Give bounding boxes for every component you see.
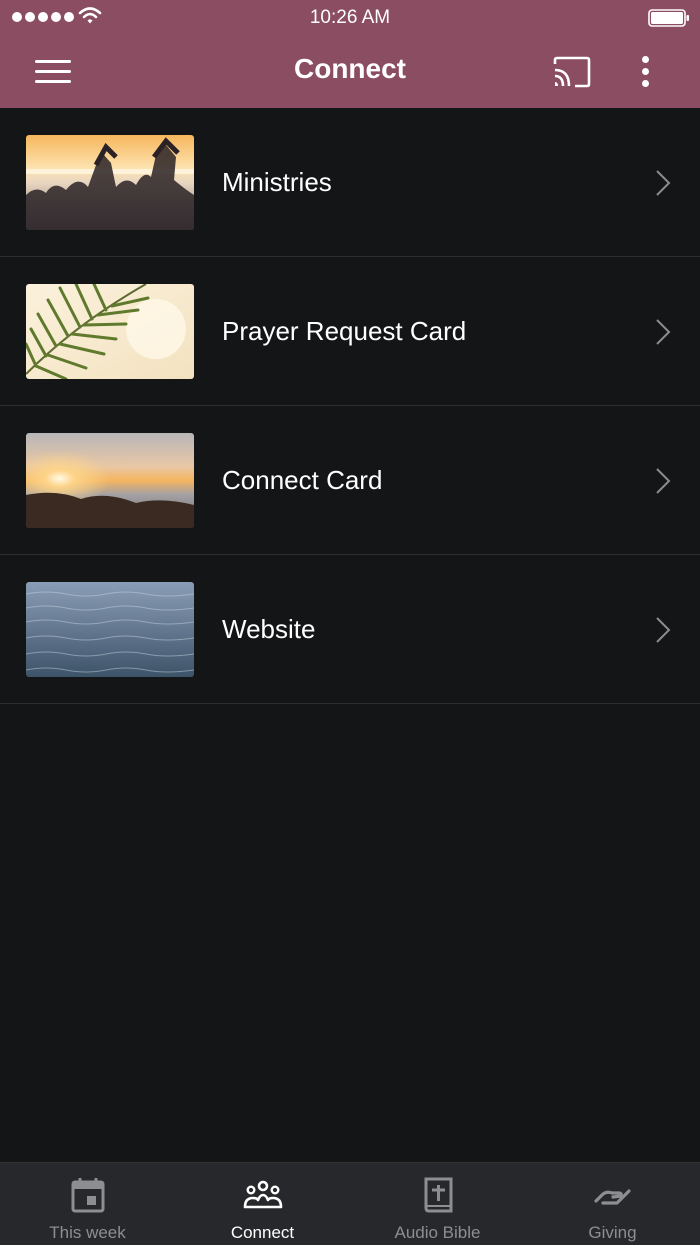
- connect-list: Ministries Prayer Request Card Connect C…: [0, 108, 700, 704]
- tab-label: This week: [49, 1223, 126, 1242]
- nav-bar: Connect: [0, 36, 700, 108]
- tab-label: Audio Bible: [394, 1223, 481, 1242]
- list-item-label: Ministries: [222, 167, 332, 197]
- palm-leaf-image: [26, 284, 194, 379]
- chevron-right-icon: [656, 468, 671, 494]
- friends-heart-hands-sunset-image: [26, 135, 194, 230]
- cast-icon[interactable]: [551, 54, 593, 90]
- tab-giving[interactable]: Giving: [525, 1163, 700, 1245]
- tab-label: Giving: [588, 1223, 637, 1242]
- calendar-icon: [71, 1178, 104, 1213]
- mountain-sunrise-image: [26, 433, 194, 528]
- list-item-prayer-request-card[interactable]: Prayer Request Card: [0, 257, 700, 406]
- giving-hand-icon: [593, 1189, 631, 1205]
- list-item-ministries[interactable]: Ministries: [0, 108, 700, 257]
- more-options-icon[interactable]: [634, 52, 658, 92]
- list-item-label: Website: [222, 614, 316, 644]
- tab-connect[interactable]: Connect: [175, 1163, 350, 1245]
- list-item-label: Prayer Request Card: [222, 316, 467, 346]
- list-item-connect-card[interactable]: Connect Card: [0, 406, 700, 555]
- tab-this-week[interactable]: This week: [0, 1163, 175, 1245]
- bottom-tab-bar: This week Connect Audio Bible Giving: [0, 1162, 700, 1245]
- app-header: 10:26 AM Connect: [0, 0, 700, 108]
- battery-icon: [648, 9, 689, 27]
- people-group-icon: [243, 1180, 282, 1209]
- status-bar: 10:26 AM: [0, 0, 700, 36]
- tab-audio-bible[interactable]: Audio Bible: [350, 1163, 525, 1245]
- list-item-website[interactable]: Website: [0, 555, 700, 704]
- list-item-label: Connect Card: [222, 465, 383, 495]
- bible-icon: [424, 1177, 452, 1213]
- page-title: Connect: [294, 53, 406, 84]
- chevron-right-icon: [656, 319, 671, 345]
- tab-label: Connect: [230, 1223, 295, 1242]
- ocean-water-image: [26, 582, 194, 677]
- chevron-right-icon: [656, 170, 671, 196]
- chevron-right-icon: [656, 617, 671, 643]
- status-time: 10:26 AM: [309, 7, 391, 28]
